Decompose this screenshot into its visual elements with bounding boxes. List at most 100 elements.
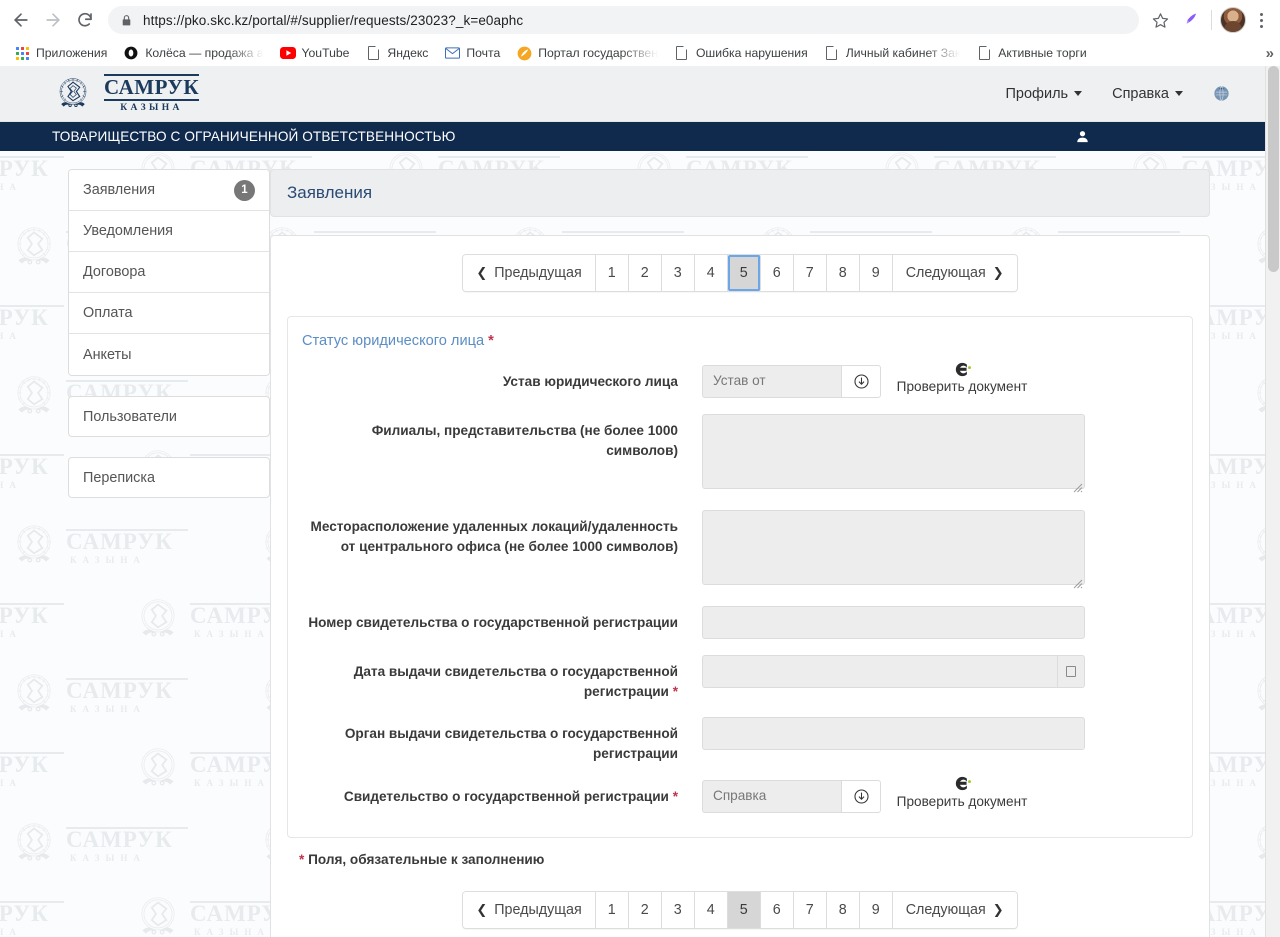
toolbar-divider xyxy=(1211,10,1212,30)
pagination-page-2[interactable]: 2 xyxy=(628,255,662,291)
download-icon[interactable] xyxy=(841,779,881,813)
reload-button[interactable] xyxy=(70,5,100,35)
required-fields-text: Поля, обязательные к заполнению xyxy=(308,851,545,867)
field-control-data-vydachi xyxy=(702,655,1178,688)
bookmark-mail[interactable]: Почта xyxy=(436,42,508,64)
organization-name: ТОВАРИЩЕСТВО С ОГРАНИЧЕННОЙ ОТВЕТСТВЕННО… xyxy=(52,129,456,144)
textarea-filialy[interactable] xyxy=(702,414,1085,489)
sidebar-item-dogovora[interactable]: Договора xyxy=(69,252,269,293)
bookmark-label: YouTube xyxy=(301,46,350,60)
field-label-text: Номер свидетельства о государственной ре… xyxy=(308,615,678,630)
pagination-page-7[interactable]: 7 xyxy=(793,891,827,928)
kolesa-favicon xyxy=(123,45,139,61)
textarea-mestoraspolozhenie[interactable] xyxy=(702,510,1085,585)
globe-icon[interactable] xyxy=(1213,85,1230,102)
address-bar[interactable]: https://pko.skc.kz/portal/#/supplier/req… xyxy=(108,6,1139,34)
sidebar-item-label: Анкеты xyxy=(83,346,132,363)
pagination-page-6[interactable]: 6 xyxy=(760,255,794,291)
input-nomer-svidetelstva[interactable] xyxy=(702,606,1085,639)
bookmark-label: Почта xyxy=(466,46,501,60)
verify-document-ustav[interactable]: Проверить документ xyxy=(895,359,1029,394)
bookmark-kolesa[interactable]: Колёса — продажа а xyxy=(115,42,271,64)
document-icon xyxy=(365,45,381,61)
scrollbar-thumb[interactable] xyxy=(1268,66,1279,272)
pagination-page-1[interactable]: 1 xyxy=(595,891,629,928)
field-control-filialy xyxy=(702,414,1178,494)
chevron-right-icon: ❯ xyxy=(992,265,1004,280)
pagination-page-5-active[interactable]: 5 xyxy=(727,891,761,928)
bookmark-star-icon[interactable] xyxy=(1147,7,1173,33)
bookmark-yandex[interactable]: Яндекс xyxy=(357,42,436,64)
kebab-menu-icon[interactable] xyxy=(1250,7,1272,33)
nav-profile[interactable]: Профиль xyxy=(1006,86,1083,102)
pagination-page-5-active[interactable]: 5 xyxy=(727,255,761,291)
pagination-page-9[interactable]: 9 xyxy=(859,255,893,291)
pagination-prev-button[interactable]: ❮ Предыдущая xyxy=(463,255,596,291)
pagination-page-4[interactable]: 4 xyxy=(694,255,728,291)
browser-chrome: https://pko.skc.kz/portal/#/supplier/req… xyxy=(0,0,1280,66)
file-input-ustav[interactable]: Устав от xyxy=(702,365,881,398)
sidebar: Заявления 1 Уведомления Договора Оплата … xyxy=(0,169,270,937)
pagination-next-button[interactable]: Следующая ❯ xyxy=(892,891,1017,928)
page-scrollbar[interactable] xyxy=(1265,66,1280,937)
sidebar-item-oplata[interactable]: Оплата xyxy=(69,293,269,334)
verify-document-link[interactable]: Проверить документ xyxy=(897,794,1028,809)
forward-button[interactable] xyxy=(38,5,68,35)
site-logo-text: САМРУК КАЗЫНА xyxy=(104,74,200,113)
sidebar-item-polzovateli[interactable]: Пользователи xyxy=(68,396,270,437)
calendar-icon[interactable] xyxy=(1057,655,1085,688)
sidebar-item-zayavleniya[interactable]: Заявления 1 xyxy=(69,170,269,211)
lock-icon xyxy=(120,14,133,27)
pagination-prev-label: Предыдущая xyxy=(494,265,582,281)
verify-document-svidetelstvo[interactable]: Проверить документ xyxy=(895,774,1029,809)
required-asterisk: * xyxy=(488,333,494,349)
bookmark-aktivnye-torgi[interactable]: Активные торги xyxy=(968,42,1094,64)
bookmark-youtube[interactable]: YouTube xyxy=(272,42,358,64)
mail-icon xyxy=(444,45,460,61)
pagination-page-1[interactable]: 1 xyxy=(595,255,629,291)
pagination-page-9[interactable]: 9 xyxy=(859,891,893,928)
form-legend: Статус юридического лица * xyxy=(302,333,1178,349)
pagination-page-8[interactable]: 8 xyxy=(826,891,860,928)
bookmark-label: Колёса — продажа а xyxy=(145,46,264,60)
required-asterisk: * xyxy=(672,683,678,699)
user-avatar[interactable] xyxy=(1220,7,1246,33)
pagination-page-6[interactable]: 6 xyxy=(760,891,794,928)
pagination-page-7[interactable]: 7 xyxy=(793,255,827,291)
verify-document-link[interactable]: Проверить документ xyxy=(897,379,1028,394)
bookmark-oshibka[interactable]: Ошибка нарушения xyxy=(666,42,816,64)
pagination-page-8[interactable]: 8 xyxy=(826,255,860,291)
bookmark-egov[interactable]: Портал государствен xyxy=(508,42,666,64)
legal-status-form: Статус юридического лица * Устав юридиче… xyxy=(287,316,1193,838)
pagination-next-button[interactable]: Следующая ❯ xyxy=(892,255,1017,291)
download-icon[interactable] xyxy=(841,365,881,398)
sidebar-item-uvedomleniya[interactable]: Уведомления xyxy=(69,211,269,252)
field-row-ustav: Устав юридического лица Устав от Провери… xyxy=(302,362,1178,398)
chevron-down-icon xyxy=(1074,91,1083,96)
textarea-wrap-mestoraspolozhenie xyxy=(702,510,1085,590)
sidebar-item-ankety[interactable]: Анкеты xyxy=(69,334,269,375)
apps-grid-icon xyxy=(14,45,30,61)
pen-extension-icon[interactable] xyxy=(1177,7,1203,33)
input-data-vydachi[interactable] xyxy=(702,655,1057,688)
pagination-page-4[interactable]: 4 xyxy=(694,891,728,928)
pagination-page-3[interactable]: 3 xyxy=(661,891,695,928)
bookmark-apps[interactable]: Приложения xyxy=(6,42,115,64)
bookmarks-overflow-icon[interactable]: » xyxy=(1266,45,1274,62)
user-icon[interactable] xyxy=(1075,129,1090,144)
main-panel: Заявления ❮ Предыдущая 1 2 3 4 5 6 7 8 9… xyxy=(270,169,1280,937)
file-input-svidetelstvo[interactable]: Справка xyxy=(702,779,881,813)
file-name-ustav: Устав от xyxy=(702,365,841,398)
sidebar-item-label: Уведомления xyxy=(83,223,173,239)
nav-help[interactable]: Справка xyxy=(1112,86,1183,102)
bookmark-lichny-kabinet[interactable]: Личный кабинет Зак xyxy=(816,42,969,64)
pagination-prev-button[interactable]: ❮ Предыдущая xyxy=(463,891,596,928)
site-logo[interactable]: САМРУК КАЗЫНА xyxy=(52,73,200,115)
pagination-page-2[interactable]: 2 xyxy=(628,891,662,928)
pagination-page-3[interactable]: 3 xyxy=(661,255,695,291)
field-row-organ-vydachi: Орган выдачи свидетельства о государстве… xyxy=(302,717,1178,763)
input-organ-vydachi[interactable] xyxy=(702,717,1085,751)
back-button[interactable] xyxy=(6,5,36,35)
sidebar-item-perepiska[interactable]: Переписка xyxy=(68,457,270,498)
toolbar-right-actions xyxy=(1147,7,1272,33)
